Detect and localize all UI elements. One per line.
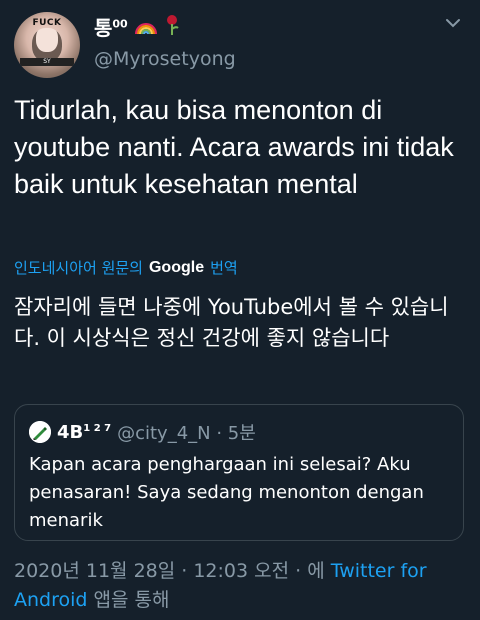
display-name[interactable]: 통00 <box>94 12 128 41</box>
display-name-text: 통 <box>94 16 113 40</box>
quoted-name-sup: 1 2 7 <box>83 422 112 434</box>
chevron-down-icon[interactable] <box>444 14 462 32</box>
timestamp[interactable]: 2020년 11월 28일 · 12:03 오전 · 에 <box>14 560 331 582</box>
google-logo: Google <box>148 258 205 276</box>
translated-text: 잠자리에 들면 나중에 YouTube에서 볼 수 있습니다. 이 시상식은 정… <box>14 295 449 350</box>
tweet-footer: 2020년 11월 28일 · 12:03 오전 · 에 Twitter for… <box>14 557 466 615</box>
footer-suffix: 앱을 통해 <box>87 589 170 611</box>
avatar-text: FUCK <box>32 18 62 28</box>
avatar-face <box>32 28 62 62</box>
rainbow-icon <box>134 20 158 34</box>
pen-icon <box>29 421 51 443</box>
rose-icon <box>164 14 180 40</box>
user-handle[interactable]: @Myrosetyong <box>94 48 236 70</box>
translate-suffix: 번역 <box>210 259 238 277</box>
display-name-row[interactable]: 통00 <box>94 12 180 41</box>
quoted-name-text: 4B <box>57 421 84 443</box>
tweet-text: Tidurlah, kau bisa menonton di youtube n… <box>14 95 454 199</box>
quoted-tweet-header: 4B1 2 7 @city_4_N · 5분 <box>29 419 256 445</box>
quoted-tweet-text: Kapan acara penghargaan ini selesai? Aku… <box>29 454 424 531</box>
quoted-display-name: 4B1 2 7 <box>57 422 111 443</box>
translation-attribution[interactable]: 인도네시아어 원문의 Google 번역 <box>14 257 238 278</box>
tweet-header: FUCK SY 통00 @Myrosetyong <box>14 8 466 78</box>
avatar[interactable]: FUCK SY <box>14 12 80 78</box>
translate-prefix: 인도네시아어 원문의 <box>14 259 143 277</box>
quoted-avatar <box>29 421 51 443</box>
quoted-tweet[interactable]: 4B1 2 7 @city_4_N · 5분 Kapan acara pengh… <box>14 404 464 541</box>
display-name-sup: 00 <box>112 17 128 31</box>
avatar-strip: SY <box>20 58 74 66</box>
quoted-handle-time: @city_4_N · 5분 <box>117 423 256 444</box>
